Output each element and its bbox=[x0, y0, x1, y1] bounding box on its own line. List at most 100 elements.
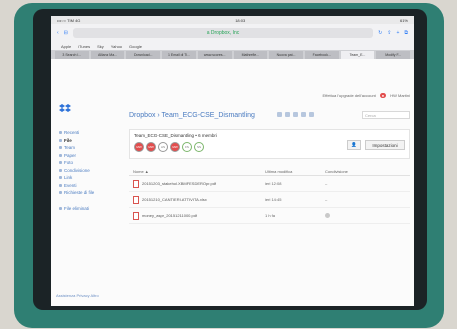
sidebar-nav: Recenti File Team Paper Foto Condivisione Link… bbox=[59, 129, 94, 212]
nav-icon bbox=[59, 131, 62, 135]
shared-cell bbox=[325, 212, 410, 219]
shared-value: – bbox=[325, 197, 328, 202]
modified-cell: ieri 14:45 bbox=[265, 197, 282, 202]
sidebar-item-label: Paper bbox=[64, 152, 77, 158]
header-shared[interactable]: Condivisione bbox=[325, 169, 410, 174]
new-tab-icon[interactable]: + bbox=[397, 30, 400, 36]
new-folder-icon[interactable] bbox=[285, 112, 290, 117]
more-icon[interactable] bbox=[309, 112, 314, 117]
sidebar-item-label: Condivisione bbox=[64, 167, 90, 173]
nav-icon bbox=[59, 146, 62, 150]
file-icon bbox=[133, 179, 139, 188]
browser-tab[interactable]: Allianz Ma... bbox=[90, 51, 125, 59]
nav-icon bbox=[59, 191, 62, 195]
browser-tab[interactable]: Nuova pat... bbox=[269, 51, 303, 59]
breadcrumb[interactable]: Dropbox › Team_ECG-CSE_Dismantling bbox=[129, 112, 255, 119]
bookmark-item[interactable]: Sky bbox=[97, 44, 104, 49]
member-avatar[interactable]: MW bbox=[146, 142, 156, 152]
main-panel: Effettua l'upgrade dell'account ● HW Mar… bbox=[129, 59, 414, 306]
modified-cell: 1 h fa bbox=[265, 213, 276, 218]
sidebar: Recenti File Team Paper Foto Condivisione Link… bbox=[51, 59, 119, 306]
bookmarks-bar: Apple iTunes Sky Yahoo Google bbox=[51, 42, 414, 50]
reload-icon[interactable]: ↻ bbox=[378, 30, 382, 36]
browser-tab[interactable]: Download... bbox=[126, 51, 161, 59]
bookmark-item[interactable]: Yahoo bbox=[111, 44, 122, 49]
carrier-label: •••○○ TIM 4G bbox=[57, 17, 81, 23]
nav-icon bbox=[59, 206, 62, 210]
browser-tab[interactable]: Facebook... bbox=[304, 51, 339, 59]
bookmark-item[interactable]: iTunes bbox=[78, 44, 90, 49]
user-name[interactable]: HW Martini bbox=[390, 93, 410, 98]
table-row[interactable]: money_aspr_20151211000.pdf 1 h fa bbox=[129, 208, 410, 224]
share-icon[interactable]: ⇪ bbox=[387, 30, 391, 36]
sidebar-item[interactable]: File bbox=[59, 137, 94, 145]
battery-label: 61% bbox=[399, 17, 408, 23]
sidebar-item-label: Richieste di file bbox=[64, 190, 95, 195]
shared-cell: – bbox=[325, 197, 410, 202]
dropbox-logo-icon[interactable] bbox=[59, 104, 71, 114]
table-header: Nome ▲ Ultima modifica Condivisione bbox=[129, 167, 410, 176]
nav-icon bbox=[59, 161, 62, 165]
modified-cell: ieri 12:08 bbox=[265, 181, 282, 186]
share-folder-icon[interactable] bbox=[293, 112, 298, 117]
upgrade-link[interactable]: Effettua l'upgrade dell'account bbox=[323, 93, 376, 98]
file-name[interactable]: money_aspr_20151211000.pdf bbox=[142, 213, 197, 218]
address-bar[interactable]: a Dropbox, Inc bbox=[72, 28, 374, 38]
settings-button[interactable]: Impostazioni bbox=[365, 140, 405, 150]
folder-title: Team_ECG-CSE_Dismantling • 6 membri bbox=[134, 133, 217, 138]
browser-tab[interactable]: Modify F... bbox=[376, 51, 411, 59]
user-avatar[interactable]: ● bbox=[379, 93, 387, 98]
toolbar-icons bbox=[277, 112, 314, 117]
sidebar-item[interactable]: Link bbox=[59, 174, 94, 182]
member-avatar[interactable]: SS bbox=[194, 142, 204, 152]
sidebar-item[interactable]: Paper bbox=[59, 152, 94, 160]
shared-icon bbox=[325, 212, 330, 218]
sidebar-item-label: Recenti bbox=[64, 130, 80, 135]
sidebar-item[interactable]: File eliminati bbox=[59, 205, 94, 213]
browser-tab[interactable]: 3 Search I... bbox=[55, 51, 89, 59]
upgrade-notice[interactable]: Effettua l'upgrade dell'account ● HW Mar… bbox=[323, 93, 410, 98]
member-avatar[interactable]: MW bbox=[170, 142, 180, 152]
member-avatar[interactable]: MW bbox=[134, 142, 144, 152]
tabs-icon[interactable]: ⧉ bbox=[404, 30, 408, 36]
nav-icon bbox=[59, 176, 62, 180]
upload-icon[interactable] bbox=[277, 112, 282, 117]
browser-tab[interactable]: 1 Email di Ti... bbox=[162, 51, 196, 59]
member-avatars: MW MW AS MW FS SS bbox=[134, 142, 204, 152]
nav-icon bbox=[59, 138, 62, 142]
sidebar-item-label: File eliminati bbox=[64, 205, 90, 211]
browser-tab[interactable]: Team_E... bbox=[340, 51, 375, 59]
sidebar-item[interactable]: Foto bbox=[59, 159, 94, 167]
sidebar-item[interactable]: Team bbox=[59, 144, 94, 152]
link-icon[interactable] bbox=[301, 112, 306, 117]
shared-cell: – bbox=[325, 181, 410, 186]
ipad-screen: •••○○ TIM 4G 18:03 61% ‹ ⊟ a Dropbox, In… bbox=[51, 16, 414, 306]
table-row[interactable]: 20151210_CANTIERI.ATTIVITA.xlsx ieri 14:4… bbox=[129, 192, 410, 208]
member-avatar[interactable]: FS bbox=[182, 142, 192, 152]
sidebar-item[interactable]: Eventi bbox=[59, 182, 94, 190]
browser-tab[interactable]: Mathrefle... bbox=[233, 51, 268, 59]
nav-icon bbox=[59, 183, 62, 187]
search-input[interactable]: Cerca bbox=[362, 111, 410, 119]
nav-icon bbox=[59, 153, 62, 157]
sidebar-item[interactable]: Recenti bbox=[59, 129, 94, 137]
file-name[interactable]: 20151203_stakehol.XBMFESDEROpr.pdf bbox=[142, 181, 216, 186]
header-name[interactable]: Nome ▲ bbox=[129, 169, 265, 174]
file-name[interactable]: 20151210_CANTIERI.ATTIVITA.xlsx bbox=[142, 197, 207, 202]
status-bar: •••○○ TIM 4G 18:03 61% bbox=[51, 16, 414, 24]
header-modified[interactable]: Ultima modifica bbox=[265, 169, 325, 174]
shared-folder-card: Team_ECG-CSE_Dismantling • 6 membri MW MW… bbox=[129, 129, 410, 159]
footer-links[interactable]: Assistenza Privacy Altro bbox=[56, 293, 99, 298]
file-icon bbox=[133, 195, 139, 204]
add-member-icon[interactable]: 👤 bbox=[347, 140, 361, 150]
back-icon[interactable]: ‹ bbox=[57, 30, 59, 36]
table-row[interactable]: 20151203_stakehol.XBMFESDEROpr.pdf ieri 1… bbox=[129, 176, 410, 192]
book-icon[interactable]: ⊟ bbox=[64, 30, 68, 36]
member-avatar[interactable]: AS bbox=[158, 142, 168, 152]
file-cell: money_aspr_20151211000.pdf bbox=[129, 211, 265, 220]
sidebar-item[interactable]: Condivisione bbox=[59, 167, 94, 175]
bookmark-item[interactable]: Apple bbox=[61, 44, 71, 49]
sidebar-item[interactable]: Richieste di file bbox=[59, 189, 94, 197]
bookmark-item[interactable]: Google bbox=[129, 44, 142, 49]
browser-tab[interactable]: www.scores... bbox=[197, 51, 232, 59]
